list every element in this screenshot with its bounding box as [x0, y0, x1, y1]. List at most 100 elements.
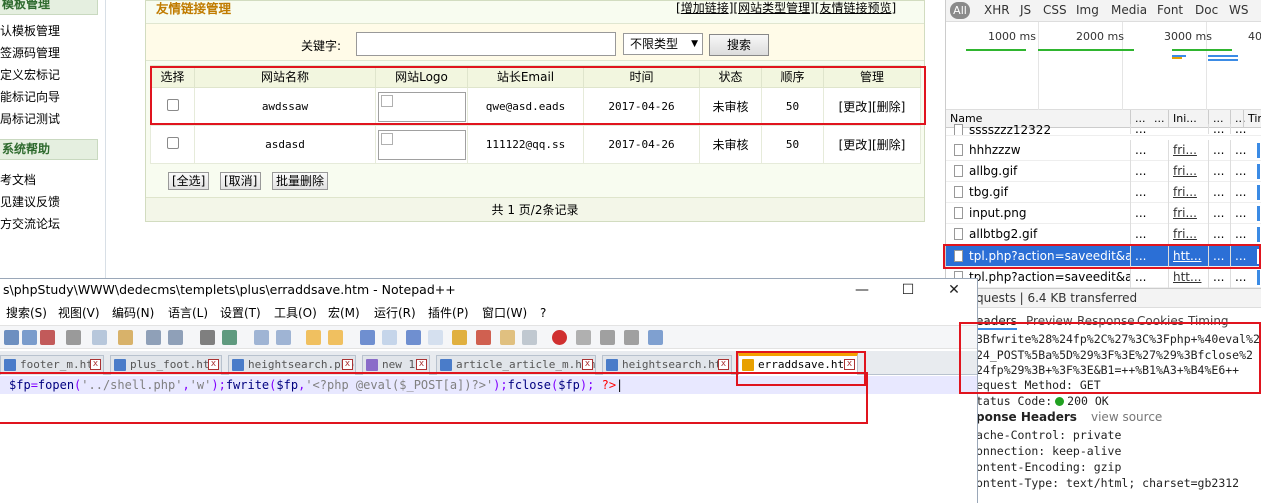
request-row[interactable]: tbg.gif ... fri... ... ...: [946, 182, 1261, 203]
sync-vertical-icon[interactable]: [306, 330, 321, 345]
menu-plugins[interactable]: 插件(P): [428, 303, 469, 323]
menu-tools[interactable]: 工具(O): [274, 303, 317, 323]
zoom-out-icon[interactable]: [276, 330, 291, 345]
redo-icon[interactable]: [168, 330, 183, 345]
filter-all[interactable]: All: [950, 2, 970, 19]
menu-help[interactable]: ?: [540, 303, 546, 323]
close-tab-icon[interactable]: x: [90, 359, 101, 370]
filter-xhr[interactable]: XHR: [984, 3, 1010, 17]
edit-link[interactable]: [更改]: [839, 138, 872, 152]
menu-search[interactable]: 搜索(S): [6, 303, 47, 323]
paste-icon[interactable]: [118, 330, 133, 345]
request-initiator[interactable]: fri...: [1168, 224, 1208, 245]
row-checkbox[interactable]: [166, 137, 179, 149]
menu-language[interactable]: 语言(L): [168, 303, 208, 323]
link-preview-link[interactable]: 友情链接预览: [819, 1, 891, 15]
request-row[interactable]: tpl.php?action=saveedit&a... ... htt... …: [946, 267, 1261, 288]
sidebar-item-docs[interactable]: 考文档: [0, 170, 36, 190]
filter-font[interactable]: Font: [1157, 3, 1183, 17]
sidebar-item-custom-macro[interactable]: 定义宏标记: [0, 65, 60, 85]
show-all-chars-icon[interactable]: [382, 330, 397, 345]
request-initiator[interactable]: fri...: [1168, 203, 1208, 224]
select-all-button[interactable]: [全选]: [168, 172, 210, 190]
filter-ws[interactable]: WS: [1229, 3, 1248, 17]
close-tab-icon[interactable]: x: [718, 359, 729, 370]
type-select[interactable]: 不限类型 ▼: [623, 33, 703, 55]
sidebar-item-tag-test[interactable]: 局标记测试: [0, 109, 60, 129]
search-button[interactable]: 搜索: [709, 34, 769, 56]
filter-js[interactable]: JS: [1020, 3, 1031, 17]
request-initiator[interactable]: fri...: [1168, 161, 1208, 182]
menu-view[interactable]: 视图(V): [58, 303, 100, 323]
stop-macro-icon[interactable]: [576, 330, 591, 345]
request-row[interactable]: allbg.gif ... fri... ... ...: [946, 161, 1261, 182]
maximize-button[interactable]: ☐: [888, 279, 928, 301]
type-select-value: 不限类型: [630, 37, 679, 51]
menu-settings[interactable]: 设置(T): [220, 303, 261, 323]
indent-guide-icon[interactable]: [406, 330, 421, 345]
cut-icon[interactable]: [66, 330, 81, 345]
doc-map-icon[interactable]: [452, 330, 467, 345]
save-icon[interactable]: [4, 330, 19, 345]
sidebar-item-forum[interactable]: 方交流论坛: [0, 214, 60, 234]
request-row[interactable]: allbtbg2.gif ... fri... ... ...: [946, 224, 1261, 245]
minimize-button[interactable]: —: [842, 279, 882, 301]
response-headers-title[interactable]: ponse Headers: [976, 410, 1077, 424]
request-initiator[interactable]: fri...: [1168, 182, 1208, 203]
sidebar-item-feedback[interactable]: 见建议反馈: [0, 192, 60, 212]
sidebar-item-tag-wizard[interactable]: 能标记向导: [0, 87, 60, 107]
close-button[interactable]: ✕: [934, 279, 974, 301]
undo-icon[interactable]: [146, 330, 161, 345]
filter-img[interactable]: Img: [1076, 3, 1099, 17]
file-icon: [114, 359, 126, 371]
close-tab-icon[interactable]: x: [582, 359, 593, 370]
request-row[interactable]: input.png ... fri... ... ...: [946, 203, 1261, 224]
sidebar-item-tag-source[interactable]: 签源码管理: [0, 43, 60, 63]
network-timeline[interactable]: 1000 ms 2000 ms 3000 ms 40: [946, 22, 1261, 110]
sidebar-section-template[interactable]: 模板管理: [0, 0, 98, 15]
delete-link[interactable]: [删除]: [872, 138, 905, 152]
save-macro-icon[interactable]: [648, 330, 663, 345]
menu-macro[interactable]: 宏(M): [328, 303, 360, 323]
folder-icon[interactable]: [500, 330, 515, 345]
filter-doc[interactable]: Doc: [1195, 3, 1218, 17]
request-row[interactable]: hhhzzzw ... fri... ... ...: [946, 140, 1261, 161]
replace-icon[interactable]: [222, 330, 237, 345]
word-wrap-icon[interactable]: [360, 330, 375, 345]
menu-window[interactable]: 窗口(W): [482, 303, 527, 323]
filter-css[interactable]: CSS: [1043, 3, 1067, 17]
request-row[interactable]: sssszzz12322 ... ... ...: [946, 124, 1261, 136]
toolbar: [0, 325, 977, 349]
close-tab-icon[interactable]: x: [208, 359, 219, 370]
row-manage: [更改][删除]: [823, 125, 921, 164]
play-macro-icon[interactable]: [600, 330, 615, 345]
view-source-link[interactable]: view source: [1091, 410, 1162, 424]
monitor-icon[interactable]: [522, 330, 537, 345]
record-macro-icon[interactable]: [552, 330, 567, 345]
copy-icon[interactable]: [92, 330, 107, 345]
menu-encoding[interactable]: 编码(N): [112, 303, 154, 323]
save-all-icon[interactable]: [22, 330, 37, 345]
zoom-in-icon[interactable]: [254, 330, 269, 345]
find-icon[interactable]: [200, 330, 215, 345]
function-list-icon[interactable]: [476, 330, 491, 345]
menu-run[interactable]: 运行(R): [374, 303, 416, 323]
timeline-tick: 3000 ms: [1164, 30, 1212, 43]
run-macro-multiple-icon[interactable]: [624, 330, 639, 345]
sync-horizontal-icon[interactable]: [328, 330, 343, 345]
request-initiator[interactable]: fri...: [1168, 140, 1208, 161]
keyword-input[interactable]: [356, 32, 616, 56]
sidebar-section-help[interactable]: 系统帮助: [0, 139, 98, 160]
sidebar-item-default-templates[interactable]: 认模板管理: [0, 21, 60, 41]
close-tab-icon[interactable]: x: [416, 359, 427, 370]
site-order: 50: [761, 125, 824, 164]
request-initiator[interactable]: htt...: [1168, 267, 1208, 288]
link-type-manage-link[interactable]: 网站类型管理: [738, 1, 810, 15]
cancel-selection-button[interactable]: [取消]: [220, 172, 262, 190]
add-link[interactable]: 增加链接: [681, 1, 729, 15]
close-file-icon[interactable]: [40, 330, 55, 345]
batch-delete-button[interactable]: 批量删除: [272, 172, 329, 190]
close-tab-icon[interactable]: x: [342, 359, 353, 370]
udl-icon[interactable]: [428, 330, 443, 345]
filter-media[interactable]: Media: [1111, 3, 1147, 17]
